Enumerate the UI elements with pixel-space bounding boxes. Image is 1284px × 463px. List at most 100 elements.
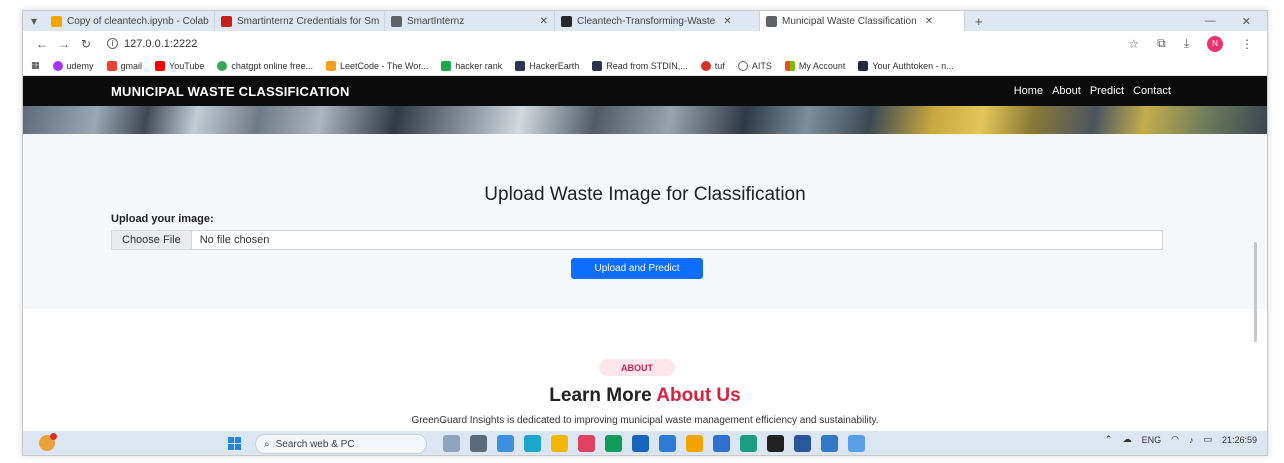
bookmark-hackerrank[interactable]: hacker rank bbox=[441, 60, 503, 71]
bookmark-gmail[interactable]: gmail bbox=[106, 60, 142, 71]
about-description: GreenGuard Insights is dedicated to impr… bbox=[411, 415, 879, 426]
ngrok-icon bbox=[858, 60, 869, 71]
bookmark-chatgpt[interactable]: chatgpt online free... bbox=[217, 60, 313, 71]
taskbar-app-icon[interactable] bbox=[659, 435, 676, 452]
taskbar-app-icon[interactable] bbox=[605, 435, 622, 452]
bookmark-read-stdin[interactable]: Read from STDIN,... bbox=[592, 60, 688, 71]
taskbar-app-icon[interactable] bbox=[443, 435, 460, 452]
tab-search-chevron-icon[interactable]: ▾ bbox=[23, 14, 45, 28]
minimize-icon[interactable]: — bbox=[1205, 15, 1216, 28]
address-bar-actions: ☆ ⧉ ⤓ N ⋮ bbox=[1128, 35, 1267, 52]
more-menu-icon[interactable]: ⋮ bbox=[1241, 37, 1253, 51]
taskbar-app-icon[interactable] bbox=[848, 435, 865, 452]
tray-chevron-icon[interactable]: ⌃ bbox=[1105, 434, 1113, 445]
new-tab-button[interactable]: + bbox=[965, 14, 993, 29]
taskbar-app-icon[interactable] bbox=[821, 435, 838, 452]
taskbar-app-icon[interactable] bbox=[524, 435, 541, 452]
bookmark-star-icon[interactable]: ☆ bbox=[1128, 37, 1139, 51]
site-menu: Home About Predict Contact bbox=[1014, 85, 1171, 97]
tab-colab[interactable]: Copy of cleantech.ipynb - Colab ✕ bbox=[45, 11, 215, 31]
github-icon bbox=[561, 15, 572, 27]
close-icon[interactable]: ✕ bbox=[540, 16, 548, 27]
nav-about[interactable]: About bbox=[1052, 85, 1081, 97]
bookmark-label: hacker rank bbox=[455, 60, 503, 71]
language-indicator[interactable]: ENG bbox=[1142, 435, 1162, 445]
upload-heading: Upload Waste Image for Classification bbox=[484, 184, 806, 205]
close-icon[interactable]: ✕ bbox=[723, 16, 731, 27]
about-heading-accent: About Us bbox=[656, 385, 741, 406]
taskbar-app-icon[interactable] bbox=[713, 435, 730, 452]
about-badge: ABOUT bbox=[599, 359, 675, 376]
nav-contact[interactable]: Contact bbox=[1133, 85, 1171, 97]
site-brand[interactable]: MUNICIPAL WASTE CLASSIFICATION bbox=[111, 84, 350, 99]
windows-start-icon[interactable] bbox=[228, 437, 241, 450]
bookmark-authtoken[interactable]: Your Authtoken - n... bbox=[858, 60, 954, 71]
taskbar-app-icon[interactable] bbox=[578, 435, 595, 452]
file-input[interactable]: Choose File No file chosen bbox=[111, 230, 1163, 250]
window-controls: — ✕ bbox=[1205, 15, 1267, 28]
bookmark-label: chatgpt online free... bbox=[231, 60, 313, 71]
close-icon[interactable]: ✕ bbox=[925, 16, 933, 27]
bookmark-youtube[interactable]: YouTube bbox=[155, 60, 205, 71]
cloud-icon[interactable]: ☁ bbox=[1123, 434, 1132, 445]
battery-icon[interactable]: ▭ bbox=[1203, 434, 1212, 445]
tab-municipal-waste[interactable]: Municipal Waste Classification ✕ bbox=[760, 11, 965, 31]
web-page: MUNICIPAL WASTE CLASSIFICATION Home Abou… bbox=[23, 76, 1267, 431]
file-status: No file chosen bbox=[199, 234, 270, 246]
tab-label: Smartinternz Credentials for Sm bbox=[237, 15, 380, 27]
taskbar-app-icon[interactable] bbox=[767, 435, 784, 452]
tab-label: Cleantech-Transforming-Waste bbox=[577, 15, 716, 27]
taskbar-search-box[interactable]: ⌕ Search web & PC bbox=[255, 434, 427, 454]
tuf-icon bbox=[700, 60, 711, 71]
bookmark-aits[interactable]: AITS bbox=[737, 60, 772, 71]
forward-arrow-icon[interactable]: → bbox=[53, 37, 75, 51]
hackerearth-icon bbox=[515, 60, 526, 71]
taskbar-app-icon[interactable] bbox=[794, 435, 811, 452]
notification-dot bbox=[50, 433, 57, 440]
bookmark-tuf[interactable]: tuf bbox=[700, 60, 725, 71]
window-close-icon[interactable]: ✕ bbox=[1242, 15, 1251, 28]
clock[interactable]: 21:26:59 bbox=[1222, 435, 1257, 445]
choose-file-button[interactable]: Choose File bbox=[112, 231, 192, 249]
taskbar-app-icon[interactable] bbox=[551, 435, 568, 452]
wifi-icon[interactable]: ◠ bbox=[1171, 434, 1179, 445]
about-heading: Learn More About Us bbox=[23, 385, 1267, 407]
taskbar: ⌕ Search web & PC ⌃ ☁ ENG ◠ ♪ ▭ 21:26:59 bbox=[23, 431, 1267, 455]
tab-github-cleantech[interactable]: Cleantech-Transforming-Waste ✕ bbox=[555, 11, 760, 31]
weather-widget-icon[interactable] bbox=[39, 433, 57, 451]
page-scrollbar[interactable] bbox=[1254, 242, 1257, 342]
nav-predict[interactable]: Predict bbox=[1090, 85, 1124, 97]
back-arrow-icon[interactable]: ← bbox=[31, 37, 53, 51]
globe-icon bbox=[766, 15, 777, 27]
youtube-icon bbox=[155, 60, 166, 71]
reload-icon[interactable]: ↻ bbox=[75, 37, 97, 51]
taskbar-app-icon[interactable] bbox=[470, 435, 487, 452]
taskbar-app-icon[interactable] bbox=[632, 435, 649, 452]
bookmark-label: Read from STDIN,... bbox=[606, 60, 688, 71]
tab-smartinternz[interactable]: SmartInternz ✕ bbox=[385, 11, 555, 31]
browser-window: ▾ Copy of cleantech.ipynb - Colab ✕ Smar… bbox=[22, 10, 1268, 456]
gmail-icon bbox=[106, 60, 117, 71]
taskbar-app-icon[interactable] bbox=[497, 435, 514, 452]
taskbar-app-icon[interactable] bbox=[686, 435, 703, 452]
extensions-icon[interactable]: ⧉ bbox=[1157, 36, 1166, 51]
apps-grid-icon[interactable]: ▦ bbox=[31, 60, 40, 71]
tab-label: Municipal Waste Classification bbox=[782, 15, 917, 27]
taskbar-app-icon[interactable] bbox=[740, 435, 757, 452]
hackerearth-icon bbox=[592, 60, 603, 71]
bookmark-udemy[interactable]: udemy bbox=[52, 60, 94, 71]
nav-home[interactable]: Home bbox=[1014, 85, 1043, 97]
upload-and-predict-button[interactable]: Upload and Predict bbox=[571, 258, 703, 279]
bookmark-label: YouTube bbox=[169, 60, 205, 71]
bookmark-hackerearth[interactable]: HackerEarth bbox=[515, 60, 579, 71]
bookmark-my-account[interactable]: My Account bbox=[784, 60, 845, 71]
profile-avatar[interactable]: N bbox=[1207, 35, 1223, 52]
site-navbar: MUNICIPAL WASTE CLASSIFICATION Home Abou… bbox=[23, 76, 1267, 106]
volume-icon[interactable]: ♪ bbox=[1189, 435, 1194, 445]
udemy-icon bbox=[52, 60, 63, 71]
bookmark-leetcode[interactable]: LeetCode - The Wor... bbox=[325, 60, 428, 71]
site-info-icon[interactable]: i bbox=[107, 38, 118, 49]
download-icon[interactable]: ⤓ bbox=[1184, 36, 1189, 51]
tab-smartinternz-credentials[interactable]: Smartinternz Credentials for Sm ✕ bbox=[215, 11, 385, 31]
url-field[interactable]: i 127.0.0.1:2222 bbox=[107, 38, 197, 50]
